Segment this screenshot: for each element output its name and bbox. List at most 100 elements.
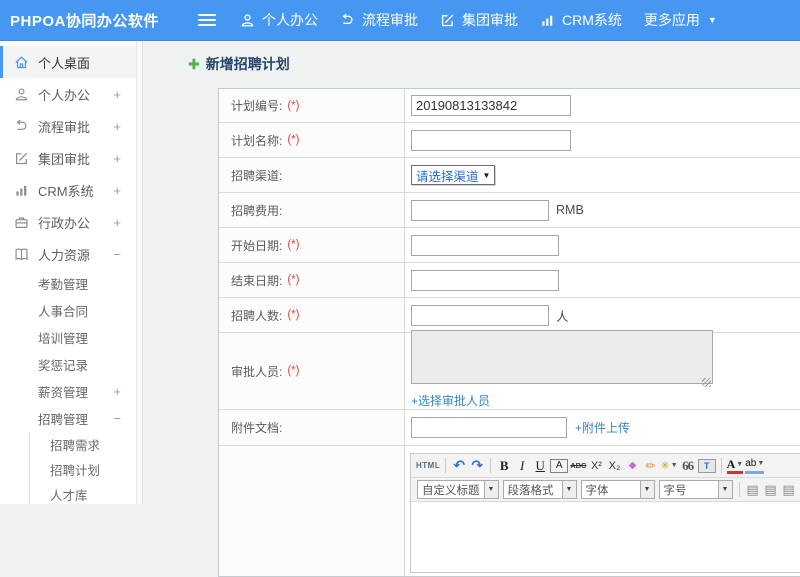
sidebar-item-label: 个人办公	[38, 85, 90, 104]
select-approver-link[interactable]: +选择审批人员	[411, 392, 490, 409]
required-mark: (*)	[287, 100, 299, 112]
chart-icon	[540, 13, 555, 28]
subscript-button[interactable]: X₂	[606, 457, 622, 475]
form-row-editor: HTML ↶↷ BIUAABCX²X₂◆✏✳▼66T A▼ab▼ 自定义标题▼段落格式…	[219, 446, 800, 576]
expand-plus-icon[interactable]: +	[113, 87, 136, 102]
nav-item-group-approval[interactable]: 集团审批	[440, 10, 518, 30]
sidebar-item-salary[interactable]: 薪资管理 +	[0, 378, 136, 405]
sidebar-item-label: 薪资管理	[38, 382, 88, 401]
editor-toolbar-row1: HTML ↶↷ BIUAABCX²X₂◆✏✳▼66T A▼ab▼	[411, 454, 800, 478]
font-color-button[interactable]: A▼	[727, 457, 744, 474]
process-icon	[340, 13, 355, 28]
expand-plus-icon[interactable]: +	[113, 119, 136, 134]
field-label: 招聘渠道:	[231, 167, 282, 184]
nav-item-crm-system[interactable]: CRM系统	[540, 10, 622, 30]
chevron-down-icon: ▼	[736, 459, 743, 470]
sidebar-item-group-approval[interactable]: 集团审批+	[0, 142, 136, 174]
sidebar-item-talent-pool[interactable]: 人才库	[30, 482, 136, 504]
eraser-button[interactable]: ◆	[624, 457, 640, 475]
align-right-button[interactable]: ▤	[781, 481, 797, 499]
chart-icon	[14, 183, 29, 198]
nav-item-more-apps[interactable]: 更多应用▼	[644, 10, 717, 30]
fee-input[interactable]	[411, 200, 549, 221]
blockquote-button[interactable]: 66	[680, 457, 696, 475]
sidebar-item-recruit-demand[interactable]: 招聘需求	[30, 432, 136, 457]
highlight-color-button[interactable]: ab▼	[745, 458, 764, 474]
superscript-button[interactable]: X²	[588, 457, 604, 475]
sidebar-item-attendance[interactable]: 考勤管理	[0, 270, 136, 297]
html-source-button[interactable]: HTML	[416, 457, 440, 475]
field-label: 招聘人数:	[231, 307, 282, 324]
menu-toggle-icon[interactable]	[198, 14, 216, 26]
align-center-button[interactable]: ▤	[763, 481, 779, 499]
field-label: 审批人员:	[231, 363, 282, 380]
sidebar-item-crm-system[interactable]: CRM系统 +	[0, 174, 136, 206]
bold-button[interactable]: B	[496, 457, 512, 475]
sidebar-item-personal-desktop[interactable]: 个人桌面	[0, 46, 136, 78]
sidebar-item-label: 奖惩记录	[38, 355, 88, 374]
redo-button[interactable]: ↷	[469, 457, 485, 475]
nav-item-label: 流程审批	[362, 10, 418, 30]
attachment-upload-link[interactable]: +附件上传	[575, 419, 630, 436]
expand-plus-icon[interactable]: +	[113, 183, 136, 198]
auto-typeset-button[interactable]: ✳▼	[660, 457, 677, 475]
attachment-input[interactable]	[411, 417, 567, 438]
form-row-plan-no: 计划编号: (*)	[219, 89, 800, 123]
plan-name-input[interactable]	[411, 130, 571, 151]
nav-item-workflow-approval[interactable]: 流程审批	[340, 10, 418, 30]
sidebar-item-personal-office[interactable]: 个人办公 +	[0, 78, 136, 110]
sidebar-item-label: 个人桌面	[38, 53, 90, 72]
sidebar-item-recruit-plan[interactable]: 招聘计划	[30, 457, 136, 482]
sidebar-item-recruitment[interactable]: 招聘管理−	[0, 405, 136, 432]
collapse-minus-icon[interactable]: −	[113, 247, 136, 262]
expand-plus-icon[interactable]: +	[113, 151, 136, 166]
approver-textarea[interactable]	[411, 330, 713, 384]
font-size-select[interactable]: 字号▼	[659, 480, 733, 499]
heading-select[interactable]: 自定义标题▼	[417, 480, 499, 499]
resize-grip-icon[interactable]	[702, 378, 711, 387]
start-date-input[interactable]	[411, 235, 559, 256]
sidebar-item-label: 人才库	[50, 485, 88, 504]
paste-button[interactable]: T	[698, 459, 716, 473]
plus-icon: ✚	[188, 56, 200, 73]
sidebar-item-admin-office[interactable]: 行政办公+	[0, 206, 136, 238]
paragraph-format-select[interactable]: 段落格式▼	[503, 480, 577, 499]
collapse-minus-icon[interactable]: −	[113, 411, 136, 426]
plan-no-input[interactable]	[411, 95, 571, 116]
rich-text-editor: HTML ↶↷ BIUAABCX²X₂◆✏✳▼66T A▼ab▼ 自定义标题▼段落格式…	[410, 453, 800, 573]
sidebar-item-human-resources[interactable]: 人力资源−	[0, 238, 136, 270]
expand-plus-icon[interactable]: +	[113, 384, 136, 399]
sidebar-item-workflow-approval[interactable]: 流程审批 +	[0, 110, 136, 142]
font-family-select[interactable]: 字体▼	[581, 480, 655, 499]
expand-plus-icon[interactable]: +	[113, 215, 136, 230]
nav-item-label: 集团审批	[462, 10, 518, 30]
app-logo: PHPOA协同办公软件	[0, 10, 188, 31]
headcount-input[interactable]	[411, 305, 549, 326]
sidebar-group-recruitment: 招聘需求招聘计划人才库	[29, 432, 136, 504]
sidebar-group-human-resources: 考勤管理人事合同培训管理奖惩记录薪资管理 + 招聘管理−招聘需求招聘计划人才库	[0, 270, 136, 504]
sidebar-item-rewards[interactable]: 奖惩记录	[0, 351, 136, 378]
undo-button[interactable]: ↶	[451, 457, 467, 475]
editor-content[interactable]	[411, 502, 800, 572]
sidebar-item-label: CRM系统	[38, 181, 94, 200]
home-icon	[14, 55, 29, 70]
nav-item-personal-office[interactable]: 个人办公	[240, 10, 318, 30]
form-row-start-date: 开始日期: (*)	[219, 228, 800, 263]
format-painter-button[interactable]: ✏	[642, 457, 658, 475]
italic-button[interactable]: I	[514, 457, 530, 475]
form-row-approver: 审批人员: (*) +选择审批人员	[219, 333, 800, 410]
sidebar-item-label: 流程审批	[38, 117, 90, 136]
sidebar-item-hr-contract[interactable]: 人事合同	[0, 297, 136, 324]
align-left-button[interactable]: ▤	[745, 481, 761, 499]
end-date-input[interactable]	[411, 270, 559, 291]
chevron-down-icon: ▼	[482, 171, 495, 180]
sidebar-item-training[interactable]: 培训管理	[0, 324, 136, 351]
page-title: ✚ 新增招聘计划	[188, 54, 290, 74]
font-appearance-button[interactable]: A	[550, 459, 568, 473]
form-row-plan-name: 计划名称: (*)	[219, 123, 800, 158]
underline-button[interactable]: U	[532, 457, 548, 475]
form-row-headcount: 招聘人数: (*) 人	[219, 298, 800, 333]
channel-select[interactable]: 请选择渠道 ▼	[411, 165, 495, 185]
sidebar-scrollbar[interactable]	[137, 41, 143, 504]
strikethrough-button[interactable]: ABC	[570, 457, 586, 475]
